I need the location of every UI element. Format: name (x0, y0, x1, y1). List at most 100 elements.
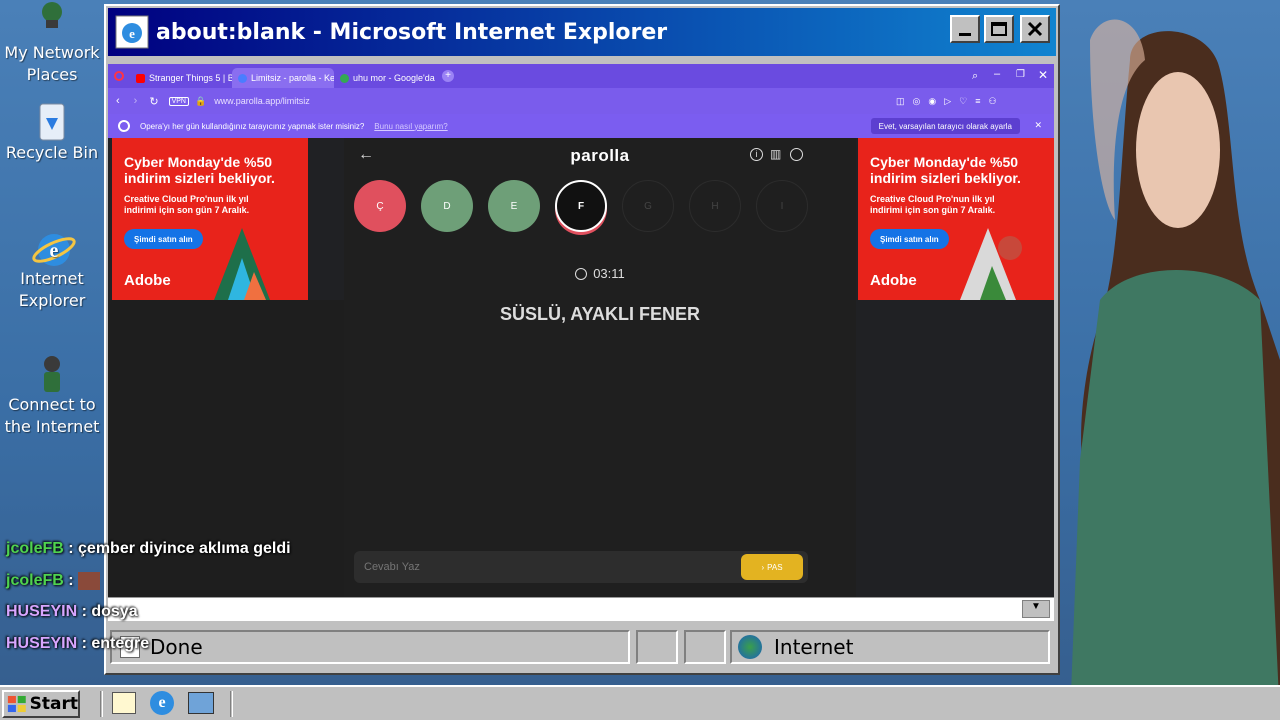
adobe-ad-right[interactable]: Cyber Monday'de %50 indirim sizleri bekl… (858, 138, 1054, 300)
tab-bar: Stranger Things 5 | Behind Limitsiz - pa… (108, 64, 1054, 88)
chat-message: jcoleFB : çember diyince aklıma geldi (6, 540, 291, 557)
set-default-button[interactable]: Evet, varsayılan tarayıcı olarak ayarla (870, 118, 1020, 134)
tab-parolla[interactable]: Limitsiz - parolla - Kelime (232, 68, 334, 88)
chat-text: entegre (91, 635, 150, 652)
toolbar-icons[interactable]: ◫◎◉▷♡≡⚇ (896, 96, 1005, 107)
ie-logo-icon: e (114, 14, 150, 50)
ad-brand: Adobe (124, 272, 171, 289)
tab-label: Stranger Things 5 | Behind (149, 73, 232, 83)
ie-window-title: about:blank - Microsoft Internet Explore… (156, 19, 668, 45)
ad-body: Creative Cloud Pro'nun ilk yıl indirimi … (870, 194, 996, 215)
scroll-down-icon[interactable]: ▼ (1022, 600, 1050, 618)
chevron-right-icon: › (761, 562, 765, 572)
start-label: Start (29, 694, 78, 714)
tab-label: Limitsiz - parolla - Kelime (251, 73, 334, 83)
pass-label: PAS (767, 562, 783, 572)
answer-input[interactable] (354, 551, 808, 583)
chat-user: HUSEYIN (6, 635, 78, 652)
chat-user: HUSEYIN (6, 603, 78, 620)
letter-circle-correct: E (488, 180, 540, 232)
ad-cta-button[interactable]: Şimdi satın alın (870, 229, 949, 249)
stats-icon[interactable]: ▥ (770, 147, 781, 161)
globe-icon (238, 73, 247, 83)
maximize-button[interactable] (984, 15, 1014, 43)
letter-circle-pending: H (689, 180, 741, 232)
notice-link[interactable]: Bunu nasıl yaparım? (374, 122, 447, 131)
ie-status-bar: Done Internet (108, 628, 1056, 668)
minimize-button[interactable] (950, 15, 980, 43)
status-cell-empty-2 (684, 630, 726, 664)
pass-button[interactable]: › PAS (741, 554, 803, 580)
status-zone: Internet (774, 635, 854, 659)
question-text: SÜSLÜ, AYAKLI FENER (499, 304, 701, 324)
back-icon[interactable]: ‹ (116, 95, 120, 107)
vpn-badge[interactable]: VPN (168, 96, 189, 106)
timer: 03:11 (344, 266, 856, 281)
desktop-icon-label: My Network Places (4, 43, 100, 84)
chat-text: dosya (91, 603, 138, 620)
forward-icon[interactable]: › (134, 95, 138, 107)
minimize-opera-icon[interactable]: – (994, 68, 1000, 80)
opera-logo-icon[interactable] (114, 71, 124, 81)
chat-message: HUSEYIN : entegre (6, 635, 150, 652)
streamer-figure (1060, 0, 1280, 720)
ad-brand: Adobe (870, 272, 917, 289)
recycle-bin-icon (32, 100, 72, 141)
chat-message: jcoleFB : (6, 572, 101, 590)
internet-explorer-icon: e (32, 226, 76, 266)
adobe-ad-left[interactable]: Cyber Monday'de %50 indirim sizleri bekl… (112, 138, 308, 300)
status-done: Done (150, 635, 203, 659)
chat-user: jcoleFB (6, 572, 64, 590)
desktop-icon-network-places[interactable]: My Network Places (0, 0, 104, 86)
desktop-icon-recycle-bin[interactable]: Recycle Bin (0, 100, 104, 164)
status-zone-cell: Internet (730, 630, 1050, 664)
tab-stranger-things[interactable]: Stranger Things 5 | Behind (130, 68, 232, 88)
desktop-icon-connect-internet[interactable]: Connect to the Internet (0, 352, 104, 438)
lock-icon: 🔒 (194, 95, 207, 106)
ad-cta-button[interactable]: Şimdi satın alın (124, 229, 203, 249)
maximize-icon (991, 22, 1007, 36)
connect-internet-icon (32, 352, 72, 392)
url-field[interactable]: www.parolla.app/limitsiz (214, 96, 310, 106)
info-icon[interactable]: i (750, 148, 763, 161)
show-desktop-icon[interactable] (112, 692, 136, 714)
desktop-icon-label: Connect to the Internet (4, 395, 100, 436)
notice-close-icon[interactable]: ✕ (1034, 120, 1042, 131)
ad-body: Creative Cloud Pro'nun ilk yıl indirimi … (124, 194, 250, 215)
svg-text:e: e (50, 240, 59, 262)
network-places-icon (32, 0, 72, 40)
start-button[interactable]: Start (2, 690, 80, 718)
tab-google-search[interactable]: uhu mor - Google'da Ara (334, 68, 436, 88)
quicklaunch-channels-icon[interactable] (188, 692, 214, 714)
chat-message: HUSEYIN : dosya (6, 603, 138, 620)
tab-label: uhu mor - Google'da Ara (353, 73, 436, 83)
timer-value: 03:11 (593, 266, 625, 281)
quicklaunch-ie-icon[interactable]: e (150, 691, 174, 715)
notice-text: Opera'yı her gün kullandığınız tarayıcın… (140, 121, 365, 131)
taskbar: Start e (0, 685, 1280, 720)
letter-circle-pending: G (622, 180, 674, 232)
parolla-game: ← parolla i ▥ ÇDEFGHI 03:11 SÜSLÜ, AYAKL… (344, 138, 856, 597)
ad-headline: Cyber Monday'de %50 indirim sizleri bekl… (870, 154, 1021, 186)
svg-text:e: e (129, 26, 135, 41)
new-tab-icon[interactable]: + (442, 70, 454, 82)
restore-opera-icon[interactable]: ❐ (1016, 69, 1025, 80)
taskbar-divider (100, 691, 103, 717)
opera-browser: Stranger Things 5 | Behind Limitsiz - pa… (108, 64, 1054, 597)
reload-icon[interactable]: ↻ (149, 95, 158, 108)
search-tabs-icon[interactable]: ⌕ (972, 70, 978, 83)
adobe-art-icon (960, 228, 1022, 300)
opera-notice-icon (118, 120, 130, 132)
internet-zone-icon (738, 635, 762, 659)
address-bar: ‹ › ↻ VPN 🔒 www.parolla.app/limitsiz ◫◎◉… (108, 88, 1054, 114)
desktop-icon-internet-explorer[interactable]: e Internet Explorer (0, 226, 104, 312)
close-opera-icon[interactable]: ✕ (1038, 68, 1048, 82)
letter-circle-current: F (555, 180, 607, 232)
letter-circle-correct: D (421, 180, 473, 232)
ie-title-bar[interactable]: e about:blank - Microsoft Internet Explo… (108, 8, 1056, 56)
close-button[interactable] (1020, 15, 1050, 43)
default-browser-notice: Opera'yı her gün kullandığınız tarayıcın… (108, 114, 1054, 138)
adobe-art-icon (214, 228, 270, 300)
profile-icon[interactable] (790, 148, 803, 161)
desktop-icon-label: Internet Explorer (18, 269, 86, 310)
